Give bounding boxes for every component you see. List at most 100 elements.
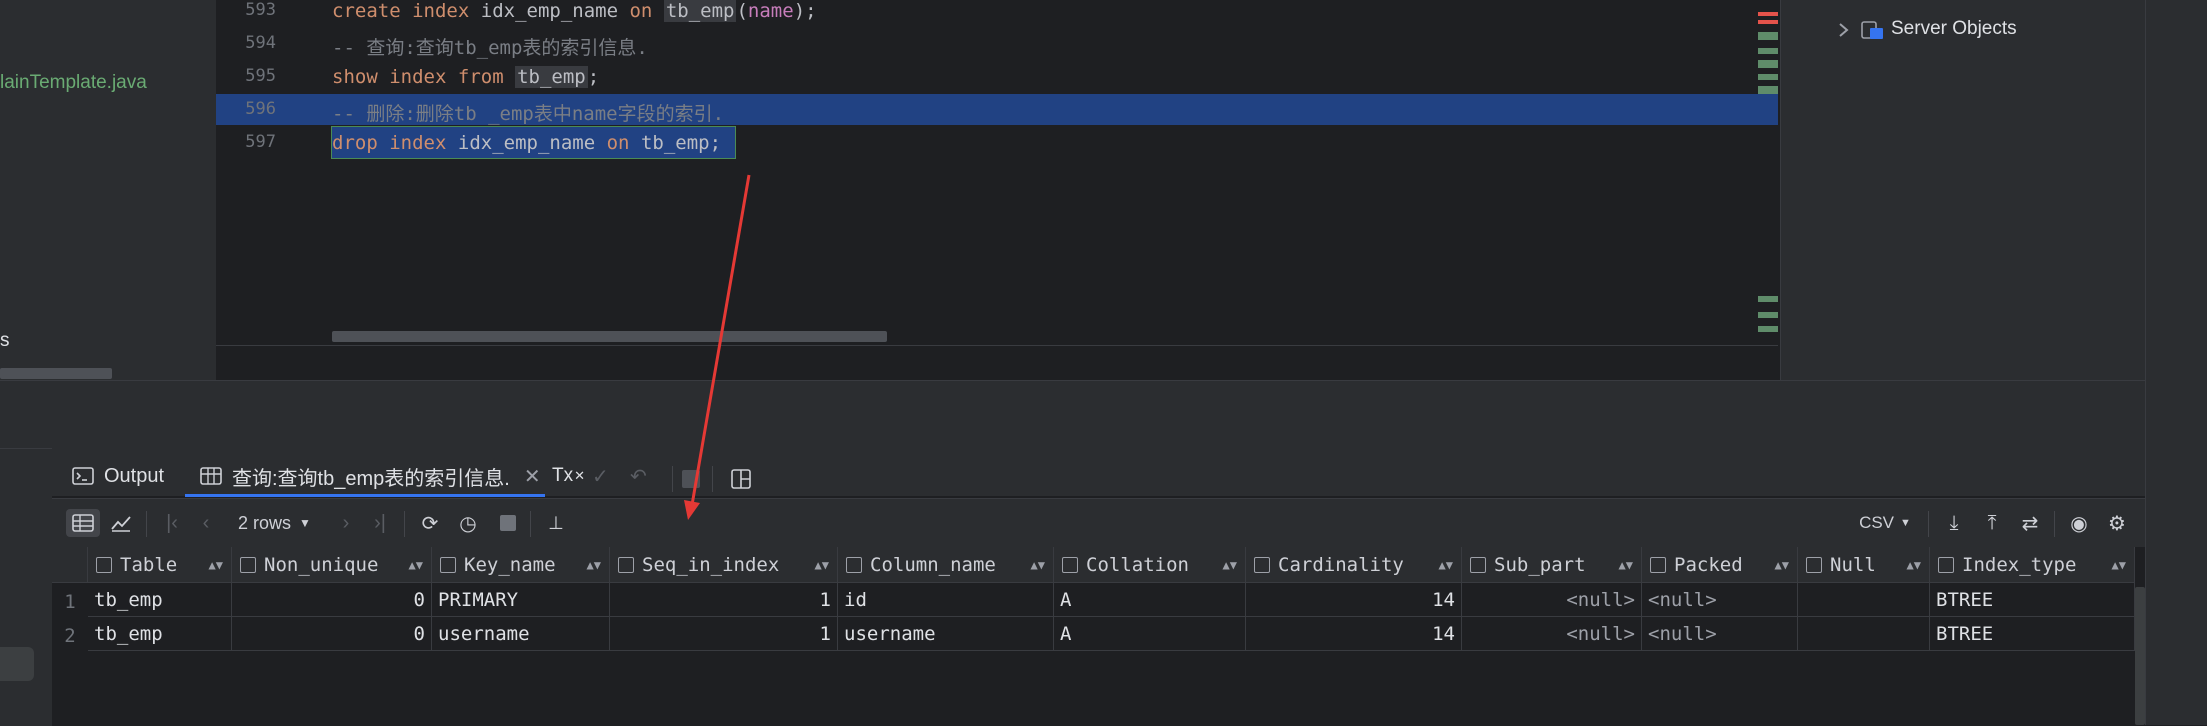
grid-vertical-scrollbar[interactable] [2135,587,2145,725]
column-label: Seq_in_index [642,553,780,576]
previous-page-icon[interactable]: ‹ [194,509,218,537]
error-marker[interactable] [1758,20,1778,24]
table-cell[interactable]: <null> [1462,583,1642,617]
column-header-column-name[interactable]: Column_name ▲▼ [838,547,1054,583]
commit-icon[interactable]: ✓ [592,458,609,494]
last-page-icon[interactable]: ›| [368,509,392,537]
column-header-cardinality[interactable]: Cardinality ▲▼ [1246,547,1462,583]
chevron-right-icon[interactable] [1837,22,1851,38]
sort-icon[interactable]: ▲▼ [1907,558,1921,572]
change-marker[interactable] [1758,86,1778,94]
column-header-packed[interactable]: Packed ▲▼ [1642,547,1798,583]
error-marker[interactable] [1758,12,1778,16]
sort-icon[interactable]: ▲▼ [209,558,223,572]
column-header-null[interactable]: Null ▲▼ [1798,547,1930,583]
close-icon[interactable]: ✕ [524,464,541,489]
column-label: Non_unique [264,553,379,576]
transaction-mode-button[interactable]: Tx ✕ [552,458,585,494]
server-objects-node[interactable]: Server Objects [1891,18,2017,40]
column-header-index-type[interactable]: Index_type ▲▼ [1930,547,2135,583]
chart-view-icon[interactable] [106,509,136,537]
next-page-icon[interactable]: › [334,509,358,537]
table-cell[interactable]: 1 [610,583,838,617]
change-marker[interactable] [1758,296,1778,302]
table-cell[interactable]: A [1054,617,1246,651]
code-line-596[interactable]: -- 删除:删除tb _emp表中name字段的索引. [332,99,724,126]
sort-icon[interactable]: ▲▼ [1775,558,1789,572]
table-cell[interactable]: tb_emp [88,617,232,651]
sort-icon[interactable]: ▲▼ [1031,558,1045,572]
code-line-593[interactable]: create index idx_emp_name on tb_emp (name… [332,0,817,22]
change-marker[interactable] [1758,312,1778,318]
sort-icon[interactable]: ▲▼ [1439,558,1453,572]
table-cell[interactable]: 14 [1246,617,1462,651]
column-icon [1650,556,1666,573]
export-format-selector[interactable]: CSV ▼ [1852,509,1918,537]
compare-icon[interactable]: ⇄ [2016,509,2044,537]
rows-selector[interactable]: 2 rows ▼ [238,509,328,537]
first-page-icon[interactable]: |‹ [160,509,184,537]
table-cell[interactable] [1798,617,1930,651]
editor-horizontal-scrollbar[interactable] [332,331,887,342]
column-header-non-unique[interactable]: Non_unique ▲▼ [232,547,432,583]
code-line-594[interactable]: -- 查询:查询tb_emp表的索引信息. [332,33,648,60]
stop-icon[interactable] [682,470,700,488]
table-cell[interactable]: <null> [1642,617,1798,651]
eye-icon[interactable]: ◉ [2064,509,2094,537]
results-grid[interactable]: Table ▲▼ Non_unique ▲▼ Key_name ▲▼ Seq_in_i… [52,547,2145,725]
stop-query-icon[interactable] [500,515,516,531]
column-header-key-name[interactable]: Key_name ▲▼ [432,547,610,583]
layout-icon[interactable] [730,468,752,490]
upload-icon[interactable]: ⤒ [1978,509,2006,537]
table-cell[interactable]: 14 [1246,583,1462,617]
project-item-truncated[interactable]: s [0,330,10,352]
code-line-597[interactable]: drop index idx_emp_name on tb_emp; [332,132,721,154]
toolbar-separator [530,511,531,537]
table-cell[interactable]: <null> [1642,583,1798,617]
table-cell[interactable]: 0 [232,583,432,617]
project-file-item[interactable]: lainTemplate.java [0,72,147,94]
pin-icon[interactable]: ⊥ [542,509,570,537]
column-header-sub-part[interactable]: Sub_part ▲▼ [1462,547,1642,583]
table-view-icon[interactable] [66,509,100,537]
table-cell[interactable]: <null> [1462,617,1642,651]
sort-icon[interactable]: ▲▼ [1619,558,1633,572]
table-cell[interactable]: PRIMARY [432,583,610,617]
change-marker[interactable] [1758,326,1778,332]
table-cell[interactable]: BTREE [1930,583,2135,617]
refresh-icon[interactable]: ⟳ [416,509,444,537]
table-cell[interactable]: username [432,617,610,651]
tree-item[interactable] [0,647,34,681]
table-cell[interactable]: BTREE [1930,617,2135,651]
table-cell[interactable]: username [838,617,1054,651]
change-marker[interactable] [1758,60,1778,68]
download-icon[interactable]: ⤓ [1940,509,1968,537]
code-line-595[interactable]: show index from tb_emp; [332,66,599,88]
rollback-icon[interactable]: ↶ [630,458,647,494]
column-header-table[interactable]: Table ▲▼ [88,547,232,583]
table-cell[interactable] [1798,583,1930,617]
table-cell[interactable]: 1 [610,617,838,651]
column-icon [440,556,456,573]
gear-icon[interactable]: ⚙ [2102,509,2132,537]
sql-editor[interactable]: 593 594 595 596 597 create index idx_emp… [216,0,1778,345]
sort-icon[interactable]: ▲▼ [815,558,829,572]
sort-icon[interactable]: ▲▼ [1223,558,1237,572]
project-horizontal-scrollbar[interactable] [0,368,112,379]
change-marker[interactable] [1758,32,1778,40]
change-marker[interactable] [1758,74,1778,80]
line-number: 596 [245,99,276,119]
sort-icon[interactable]: ▲▼ [409,558,423,572]
change-marker[interactable] [1758,48,1778,54]
table-cell[interactable]: A [1054,583,1246,617]
table-cell[interactable]: 0 [232,617,432,651]
sort-icon[interactable]: ▲▼ [587,558,601,572]
tab-output[interactable]: Output [72,458,164,494]
table-cell[interactable]: id [838,583,1054,617]
column-header-seq-in-index[interactable]: Seq_in_index ▲▼ [610,547,838,583]
sort-icon[interactable]: ▲▼ [2112,558,2126,572]
table-cell[interactable]: tb_emp [88,583,232,617]
tab-query-result[interactable]: 查询:查询tb_emp表的索引信息. ✕ [200,458,549,494]
clock-icon[interactable]: ◷ [454,509,482,537]
column-header-collation[interactable]: Collation ▲▼ [1054,547,1246,583]
